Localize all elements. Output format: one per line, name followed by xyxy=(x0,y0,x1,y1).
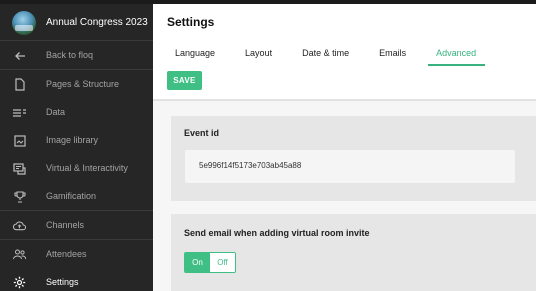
sidebar-item-gamification[interactable]: Gamification xyxy=(0,182,153,210)
page-title: Settings xyxy=(167,15,215,29)
page-icon xyxy=(13,78,26,91)
chat-screen-icon xyxy=(13,162,26,175)
tab-layout[interactable]: Layout xyxy=(237,46,276,66)
sidebar-item-label: Image library xyxy=(46,135,99,145)
gear-icon xyxy=(13,276,26,289)
sidebar-item-label: Attendees xyxy=(46,249,87,259)
tab-advanced[interactable]: Advanced xyxy=(428,46,486,66)
sidebar-nav: Back to floq Pages & Structure Data Imag… xyxy=(0,40,153,291)
sidebar-item-pages[interactable]: Pages & Structure xyxy=(0,70,153,98)
trophy-icon xyxy=(13,190,26,203)
email-invite-card: Send email when adding virtual room invi… xyxy=(171,214,536,291)
event-header[interactable]: Annual Congress 2023 xyxy=(0,4,153,40)
sidebar-item-label: Gamification xyxy=(46,191,97,201)
event-id-field[interactable]: 5e996f14f5173e703ab45a88 xyxy=(185,150,515,183)
sidebar-item-image-library[interactable]: Image library xyxy=(0,126,153,154)
toggle-off-option[interactable]: Off xyxy=(210,253,235,272)
event-id-card: Event id 5e996f14f5173e703ab45a88 xyxy=(171,116,536,201)
sidebar: Annual Congress 2023 Back to floq Pages … xyxy=(0,0,153,291)
sidebar-item-label: Data xyxy=(46,107,66,117)
email-invite-toggle: On Off xyxy=(184,252,236,273)
sidebar-item-settings[interactable]: Settings xyxy=(0,268,153,291)
event-avatar xyxy=(12,11,36,35)
sidebar-item-label: Virtual & Interactivity xyxy=(46,163,128,173)
main-panel: Settings Language Layout Date & time Ema… xyxy=(153,0,536,291)
arrow-left-icon xyxy=(13,49,26,62)
image-icon xyxy=(13,134,26,147)
sidebar-item-label: Pages & Structure xyxy=(46,79,120,89)
sidebar-item-label: Back to floq xyxy=(46,50,94,60)
sidebar-item-channels[interactable]: Channels xyxy=(0,211,153,239)
sidebar-item-data[interactable]: Data xyxy=(0,98,153,126)
toggle-on-option[interactable]: On xyxy=(185,253,210,272)
event-name: Annual Congress 2023 xyxy=(46,17,148,28)
sidebar-item-label: Channels xyxy=(46,220,85,230)
people-icon xyxy=(13,248,26,261)
event-id-title: Event id xyxy=(184,128,220,138)
email-invite-title: Send email when adding virtual room invi… xyxy=(184,228,370,238)
tab-emails[interactable]: Emails xyxy=(371,46,410,66)
main-top-strip xyxy=(153,0,536,4)
tab-date-time[interactable]: Date & time xyxy=(294,46,353,66)
list-icon xyxy=(13,106,26,119)
sidebar-item-label: Settings xyxy=(46,277,79,287)
save-button[interactable]: SAVE xyxy=(167,71,202,90)
sidebar-item-back[interactable]: Back to floq xyxy=(0,41,153,69)
cloud-upload-icon xyxy=(13,219,26,232)
sidebar-item-virtual[interactable]: Virtual & Interactivity xyxy=(0,154,153,182)
settings-tabs: Language Layout Date & time Emails Advan… xyxy=(167,46,503,66)
tab-language[interactable]: Language xyxy=(167,46,219,66)
sidebar-item-attendees[interactable]: Attendees xyxy=(0,240,153,268)
